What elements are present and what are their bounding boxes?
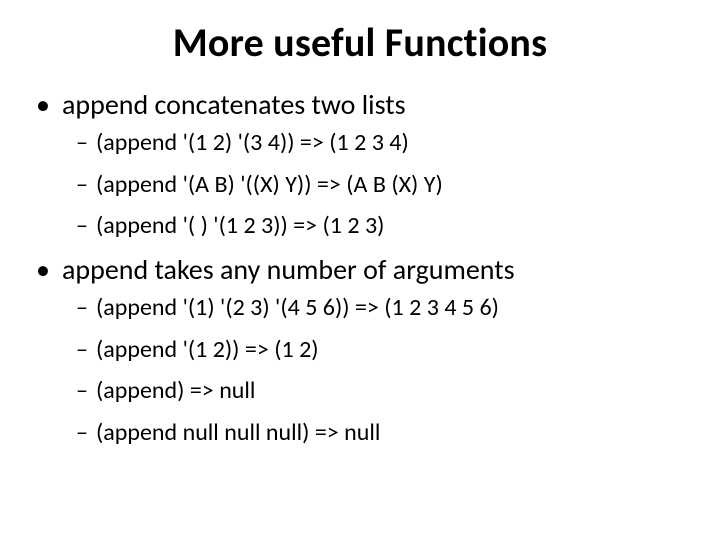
list-item: – (append) => null: [76, 377, 684, 405]
list-item-text: (append) => null: [96, 377, 255, 405]
list-item-text: (append null null null) => null: [96, 419, 380, 447]
list-item: • append takes any number of arguments –…: [36, 254, 684, 447]
list-item: • append concatenates two lists – (appen…: [36, 89, 684, 240]
list-row: – (append '(1 2) '(3 4)) => (1 2 3 4): [76, 129, 684, 157]
sub-list: – (append '(1 2) '(3 4)) => (1 2 3 4) – …: [36, 129, 684, 240]
bullet-icon: •: [36, 256, 62, 284]
dash-icon: –: [76, 296, 96, 320]
list-row: • append concatenates two lists: [36, 89, 684, 121]
list-row: – (append '(A B) '((X) Y)) => (A B (X) Y…: [76, 171, 684, 199]
slide-title: More useful Functions: [36, 18, 684, 67]
list-item: – (append '(1) '(2 3) '(4 5 6)) => (1 2 …: [76, 294, 684, 322]
list-row: – (append null null null) => null: [76, 419, 684, 447]
dash-icon: –: [76, 379, 96, 403]
list-item-text: (append '(A B) '((X) Y)) => (A B (X) Y): [96, 171, 443, 199]
list-row: – (append '(1) '(2 3) '(4 5 6)) => (1 2 …: [76, 294, 684, 322]
list-item: – (append null null null) => null: [76, 419, 684, 447]
dash-icon: –: [76, 173, 96, 197]
list-item-text: append takes any number of arguments: [62, 254, 515, 286]
bullet-icon: •: [36, 91, 62, 119]
sub-list: – (append '(1) '(2 3) '(4 5 6)) => (1 2 …: [36, 294, 684, 446]
list-item-text: append concatenates two lists: [62, 89, 406, 121]
list-item-text: (append '(1 2)) => (1 2): [96, 336, 319, 364]
list-item: – (append '(A B) '((X) Y)) => (A B (X) Y…: [76, 171, 684, 199]
bullet-list: • append concatenates two lists – (appen…: [36, 89, 684, 447]
list-item-text: (append '(1 2) '(3 4)) => (1 2 3 4): [96, 129, 409, 157]
list-item: – (append '(1 2) '(3 4)) => (1 2 3 4): [76, 129, 684, 157]
list-row: – (append '( ) '(1 2 3)) => (1 2 3): [76, 212, 684, 240]
dash-icon: –: [76, 338, 96, 362]
list-row: – (append '(1 2)) => (1 2): [76, 336, 684, 364]
slide: More useful Functions • append concatena…: [0, 0, 720, 540]
list-row: • append takes any number of arguments: [36, 254, 684, 286]
list-item: – (append '( ) '(1 2 3)) => (1 2 3): [76, 212, 684, 240]
list-row: – (append) => null: [76, 377, 684, 405]
dash-icon: –: [76, 214, 96, 238]
list-item: – (append '(1 2)) => (1 2): [76, 336, 684, 364]
dash-icon: –: [76, 421, 96, 445]
list-item-text: (append '( ) '(1 2 3)) => (1 2 3): [96, 212, 384, 240]
list-item-text: (append '(1) '(2 3) '(4 5 6)) => (1 2 3 …: [96, 294, 499, 322]
dash-icon: –: [76, 131, 96, 155]
